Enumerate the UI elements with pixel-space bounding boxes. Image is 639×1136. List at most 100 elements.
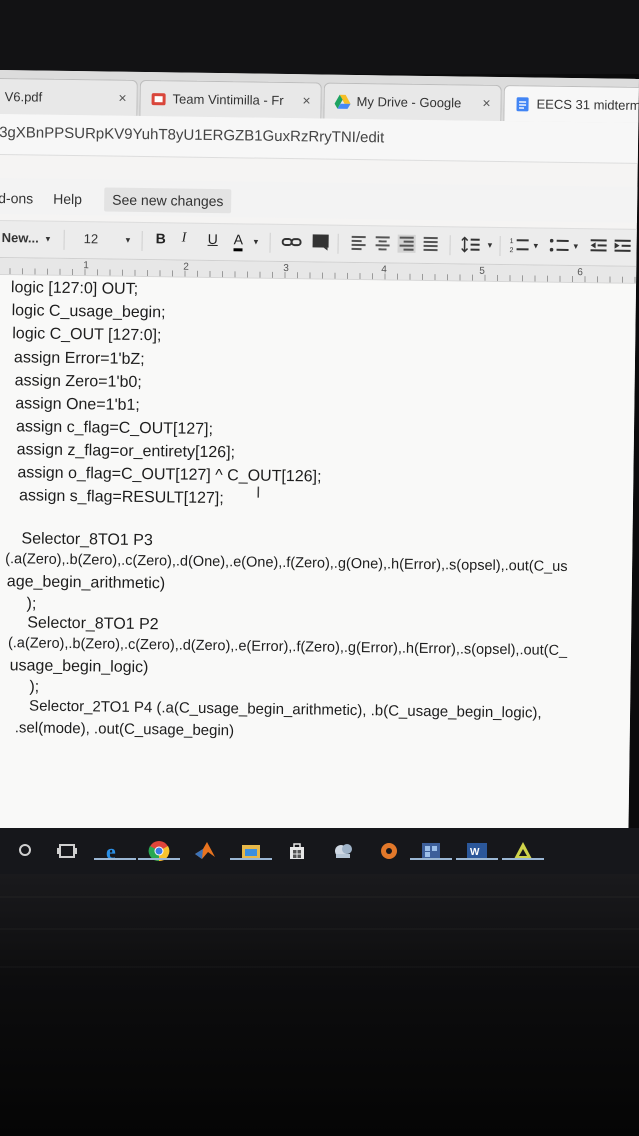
chrome-icon[interactable] bbox=[138, 840, 180, 862]
code-line: logic C_OUT [127:0]; bbox=[12, 325, 162, 345]
chevron-down-icon[interactable]: ▾ bbox=[126, 235, 131, 246]
document-page[interactable]: logic [127:0] OUT; logic C_usage_begin; … bbox=[0, 274, 637, 844]
tab-close-icon[interactable]: × bbox=[482, 95, 490, 111]
code-line: logic [127:0] OUT; bbox=[10, 279, 139, 298]
search-icon[interactable] bbox=[14, 840, 36, 862]
text-cursor-icon: I bbox=[255, 484, 261, 502]
menu-add-ons[interactable]: d-ons bbox=[0, 190, 33, 206]
toolbar-divider bbox=[141, 230, 143, 252]
settings-icon[interactable] bbox=[378, 840, 400, 862]
comment-icon[interactable] bbox=[311, 233, 329, 251]
tab-title: Team Vintimilla - Fr bbox=[172, 91, 284, 108]
line-spacing-icon[interactable] bbox=[461, 235, 485, 253]
code-line: assign Error=1'bZ; bbox=[13, 349, 145, 369]
url-text: 3gXBnPPSURpKV9YuhT8yU1ERGZB1GuxRzRryTNI/… bbox=[0, 123, 385, 147]
code-line: .sel(mode), .out(C_usage_begin) bbox=[14, 719, 235, 740]
toolbar-divider bbox=[449, 235, 451, 256]
app-icon[interactable] bbox=[332, 840, 354, 862]
code-line: logic C_usage_begin; bbox=[11, 302, 166, 322]
active-indicator bbox=[410, 858, 452, 860]
store-icon[interactable] bbox=[286, 840, 308, 862]
key-row bbox=[0, 928, 639, 930]
ruler-number: 6 bbox=[577, 267, 583, 279]
align-justify-icon[interactable] bbox=[421, 235, 439, 253]
italic-button[interactable]: I bbox=[181, 231, 187, 251]
browser-window: V6.pdf × Team Vintimilla - Fr × My Drive… bbox=[0, 70, 639, 849]
decrease-indent-icon[interactable] bbox=[589, 237, 607, 255]
docs-menu-bar: d-ons Help See new changes bbox=[0, 177, 638, 223]
google-drive-icon bbox=[334, 94, 351, 109]
active-indicator bbox=[94, 858, 136, 860]
link-icon[interactable] bbox=[281, 235, 302, 249]
code-line: ); bbox=[29, 678, 40, 696]
tab-team-vintimilla[interactable]: Team Vintimilla - Fr × bbox=[139, 79, 322, 119]
numbered-list-icon[interactable]: 12 bbox=[509, 236, 529, 254]
bulleted-list-icon[interactable] bbox=[549, 237, 569, 255]
font-family-select[interactable]: New... bbox=[2, 230, 39, 246]
bold-button[interactable]: B bbox=[155, 230, 166, 250]
chevron-down-icon[interactable]: ▾ bbox=[488, 240, 493, 251]
code-line: assign s_flag=RESULT[127]; bbox=[18, 487, 224, 508]
laptop-keyboard bbox=[0, 874, 639, 1136]
code-line: (.a(Zero),.b(Zero),.c(Zero),.d(Zero),.e(… bbox=[7, 635, 568, 659]
underline-button[interactable]: U bbox=[207, 231, 218, 251]
font-size-select[interactable]: 12 bbox=[84, 231, 99, 246]
toolbar-divider bbox=[499, 235, 501, 257]
tab-close-icon[interactable]: × bbox=[302, 92, 310, 108]
tab-close-icon[interactable]: × bbox=[118, 90, 126, 106]
tab-my-drive[interactable]: My Drive - Google × bbox=[323, 82, 502, 122]
quartus-icon[interactable] bbox=[502, 840, 544, 862]
tab-title: EECS 31 midterm bbox=[536, 96, 639, 113]
align-right-icon[interactable] bbox=[397, 234, 416, 253]
code-line: age_begin_arithmetic) bbox=[6, 573, 166, 593]
ruler-number: 2 bbox=[183, 261, 189, 273]
code-line: assign c_flag=C_OUT[127]; bbox=[15, 418, 214, 439]
active-indicator bbox=[138, 858, 180, 860]
increase-indent-icon[interactable] bbox=[613, 238, 631, 256]
tab-title: V6.pdf bbox=[4, 89, 43, 105]
tab-title: My Drive - Google bbox=[356, 93, 462, 111]
text-color-button[interactable]: A bbox=[233, 231, 244, 252]
address-bar[interactable]: 3gXBnPPSURpKV9YuhT8yU1ERGZB1GuxRzRryTNI/… bbox=[0, 113, 639, 164]
align-left-icon[interactable] bbox=[349, 234, 367, 252]
chevron-down-icon[interactable]: ▾ bbox=[574, 241, 579, 252]
code-line: assign z_flag=or_entirety[126]; bbox=[16, 441, 236, 462]
active-indicator bbox=[502, 858, 544, 860]
key-row bbox=[0, 896, 639, 898]
active-indicator bbox=[230, 858, 272, 860]
file-explorer-icon[interactable] bbox=[230, 840, 272, 862]
see-new-changes-button[interactable]: See new changes bbox=[104, 187, 232, 214]
edge-icon[interactable]: e bbox=[94, 839, 136, 864]
tab-eecs-31-midterm[interactable]: EECS 31 midterm bbox=[503, 85, 639, 124]
code-line: assign One=1'b1; bbox=[15, 395, 140, 414]
matlab-icon[interactable] bbox=[194, 840, 216, 862]
code-line: assign Zero=1'b0; bbox=[14, 372, 142, 392]
align-center-icon[interactable] bbox=[373, 234, 391, 252]
toolbar-divider bbox=[269, 232, 271, 253]
code-line: assign o_flag=C_OUT[127] ^ C_OUT[126]; bbox=[17, 464, 322, 486]
ruler-number: 4 bbox=[381, 264, 387, 276]
code-line: Selector_2TO1 P4 (.a(C_usage_begin_arith… bbox=[29, 697, 542, 722]
code-line: usage_begin_logic) bbox=[9, 657, 149, 677]
google-docs-icon bbox=[516, 97, 529, 112]
active-indicator bbox=[456, 858, 498, 860]
svg-text:1: 1 bbox=[510, 238, 514, 245]
toolbar-divider bbox=[63, 229, 65, 250]
ruler-number: 3 bbox=[283, 262, 289, 275]
word-icon[interactable]: W bbox=[456, 840, 498, 862]
chevron-down-icon[interactable]: ▾ bbox=[534, 240, 539, 251]
ruler-number: 5 bbox=[479, 265, 485, 277]
key-row bbox=[0, 966, 639, 968]
monitor-bezel bbox=[0, 0, 639, 74]
svg-text:W: W bbox=[470, 847, 480, 858]
ruler-number: 1 bbox=[83, 260, 89, 272]
task-view-icon[interactable] bbox=[56, 840, 78, 862]
toolbar-divider bbox=[337, 233, 339, 254]
tab-pdf[interactable]: V6.pdf × bbox=[0, 77, 138, 116]
windows-taskbar: e W bbox=[0, 828, 639, 874]
virtualbox-icon[interactable] bbox=[410, 840, 452, 862]
code-line: ); bbox=[26, 595, 37, 613]
chevron-down-icon[interactable]: ▾ bbox=[46, 234, 51, 245]
chevron-down-icon[interactable]: ▾ bbox=[254, 237, 259, 248]
menu-help[interactable]: Help bbox=[53, 191, 82, 207]
